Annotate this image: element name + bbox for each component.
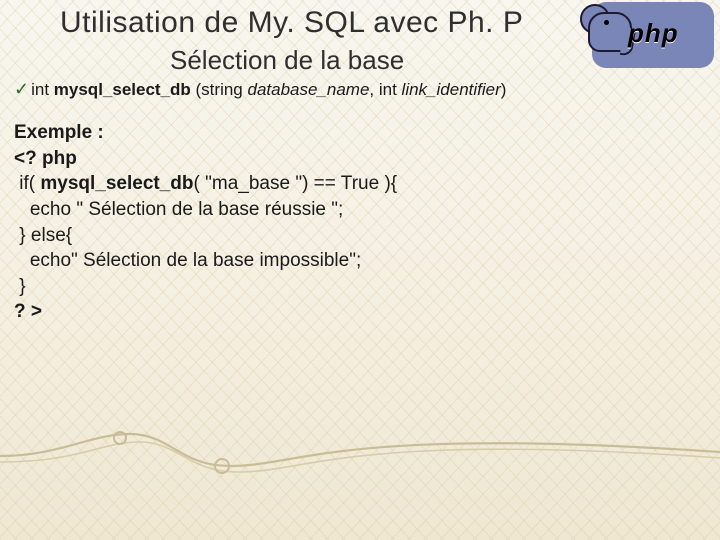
sig-close: ) — [501, 80, 507, 99]
sig-function-name: mysql_select_db — [54, 80, 191, 99]
ex-line-4: echo " Sélection de la base réussie "; — [14, 199, 343, 220]
ex-line-6: echo" Sélection de la base impossible"; — [14, 250, 361, 271]
slide: php Utilisation de My. SQL avec Ph. P Sé… — [0, 0, 720, 540]
ex-line-3b: mysql_select_db — [40, 173, 193, 194]
slide-subtitle: Sélection de la base — [170, 45, 404, 76]
ex-line-3c: ( "ma_base ") == True ){ — [194, 173, 398, 194]
ex-line-3a: if( — [14, 173, 40, 194]
code-example: Exemple : <? php if( mysql_select_db( "m… — [14, 120, 397, 325]
php-logo-text: php — [628, 18, 679, 49]
function-signature: ✓int mysql_select_db (string database_na… — [14, 79, 506, 100]
ex-label: Exemple : — [14, 122, 104, 143]
elephant-icon — [578, 0, 634, 56]
ex-line-7: } — [14, 276, 26, 297]
ex-line-5: } else{ — [14, 225, 72, 246]
footer-swirl-icon — [0, 422, 720, 482]
php-logo: php — [592, 2, 714, 68]
sig-arg2: link_identifier — [402, 80, 501, 99]
sig-arg1: database_name — [247, 80, 369, 99]
ex-line-8: ? > — [14, 301, 42, 322]
sig-sep: , int — [369, 80, 401, 99]
sig-open: (string — [191, 80, 248, 99]
check-icon: ✓ — [14, 79, 29, 99]
ex-line-2: <? php — [14, 148, 77, 169]
sig-return-type: int — [31, 80, 54, 99]
slide-title: Utilisation de My. SQL avec Ph. P — [60, 6, 570, 40]
